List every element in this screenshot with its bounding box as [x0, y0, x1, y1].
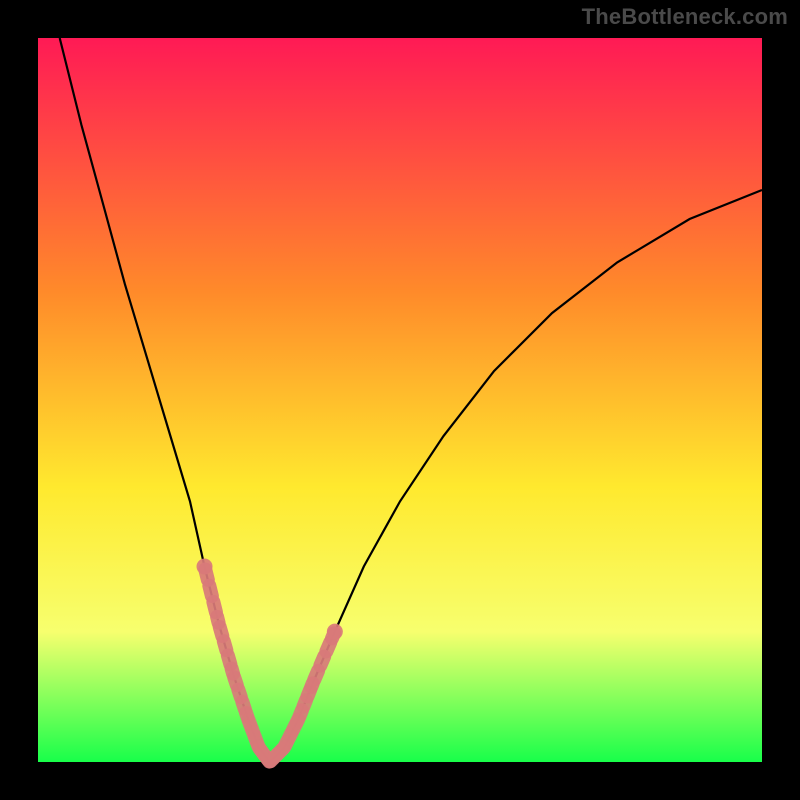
dot-endpoint	[197, 559, 213, 575]
dot-segment	[320, 657, 324, 666]
bottleneck-chart	[0, 0, 800, 800]
chart-stage: TheBottleneck.com	[0, 0, 800, 800]
dot-segment	[314, 671, 318, 680]
dot-endpoint	[327, 624, 343, 640]
dot-segment	[209, 586, 212, 596]
watermark-text: TheBottleneck.com	[582, 4, 788, 30]
plot-area	[38, 38, 762, 762]
